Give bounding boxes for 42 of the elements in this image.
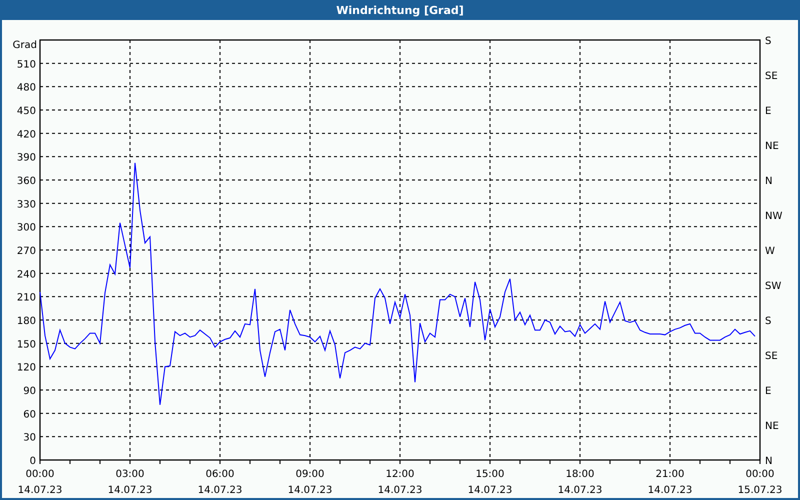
- y-tick-label: 90: [23, 386, 36, 397]
- y-tick-label: 330: [16, 199, 36, 210]
- y-tick-label: 450: [16, 106, 36, 117]
- y-axis-label: Grad: [12, 40, 37, 51]
- right-tick-label: NE: [765, 421, 779, 432]
- right-tick-label: SE: [765, 71, 778, 82]
- y-tick-label: 60: [23, 409, 36, 420]
- y-tick-label: 120: [16, 362, 36, 374]
- x-tick-label: 00:00 15.07.23: [738, 469, 782, 496]
- y-tick-label: 510: [16, 59, 36, 70]
- x-tick-label: 12:00 14.07.23: [378, 469, 422, 496]
- right-tick-label: S: [765, 316, 772, 327]
- y-tick-label: 30: [23, 432, 36, 444]
- y-tick-label: 480: [16, 82, 36, 94]
- y-tick-label: 360: [16, 176, 36, 187]
- y-tick-label: 420: [16, 129, 36, 140]
- y-tick-label: 270: [16, 246, 36, 257]
- right-tick-label: N: [765, 456, 772, 467]
- right-tick-label: W: [765, 246, 775, 257]
- right-tick-label: E: [765, 386, 772, 397]
- right-tick-label: NE: [765, 141, 779, 152]
- x-tick-label: 09:00 14.07.23: [288, 469, 332, 496]
- right-tick-label: N: [765, 176, 772, 187]
- y-tick-label: 210: [16, 292, 36, 304]
- x-tick-label: 03:00 14.07.23: [108, 469, 152, 496]
- y-tick-label: 180: [16, 316, 36, 327]
- x-tick-label: 06:00 14.07.23: [198, 469, 242, 496]
- x-tick-label: 00:00 14.07.23: [18, 469, 62, 496]
- x-tick-label: 15:00 14.07.23: [468, 469, 512, 496]
- y-tick-label: 150: [16, 339, 36, 350]
- right-tick-label: E: [765, 106, 772, 117]
- right-tick-label: S: [765, 36, 772, 47]
- y-tick-label: 390: [16, 152, 36, 164]
- right-tick-label: SW: [765, 281, 782, 292]
- y-tick-label: 0: [30, 456, 36, 467]
- y-tick-label: 300: [16, 222, 36, 234]
- y-tick-label: 240: [16, 269, 36, 280]
- right-tick-label: NW: [765, 211, 782, 222]
- right-tick-label: SE: [765, 351, 778, 362]
- window-title: Windrichtung [Grad]: [336, 4, 464, 16]
- x-tick-label: 18:00 14.07.23: [558, 469, 602, 496]
- x-tick-label: 21:00 14.07.23: [648, 469, 692, 496]
